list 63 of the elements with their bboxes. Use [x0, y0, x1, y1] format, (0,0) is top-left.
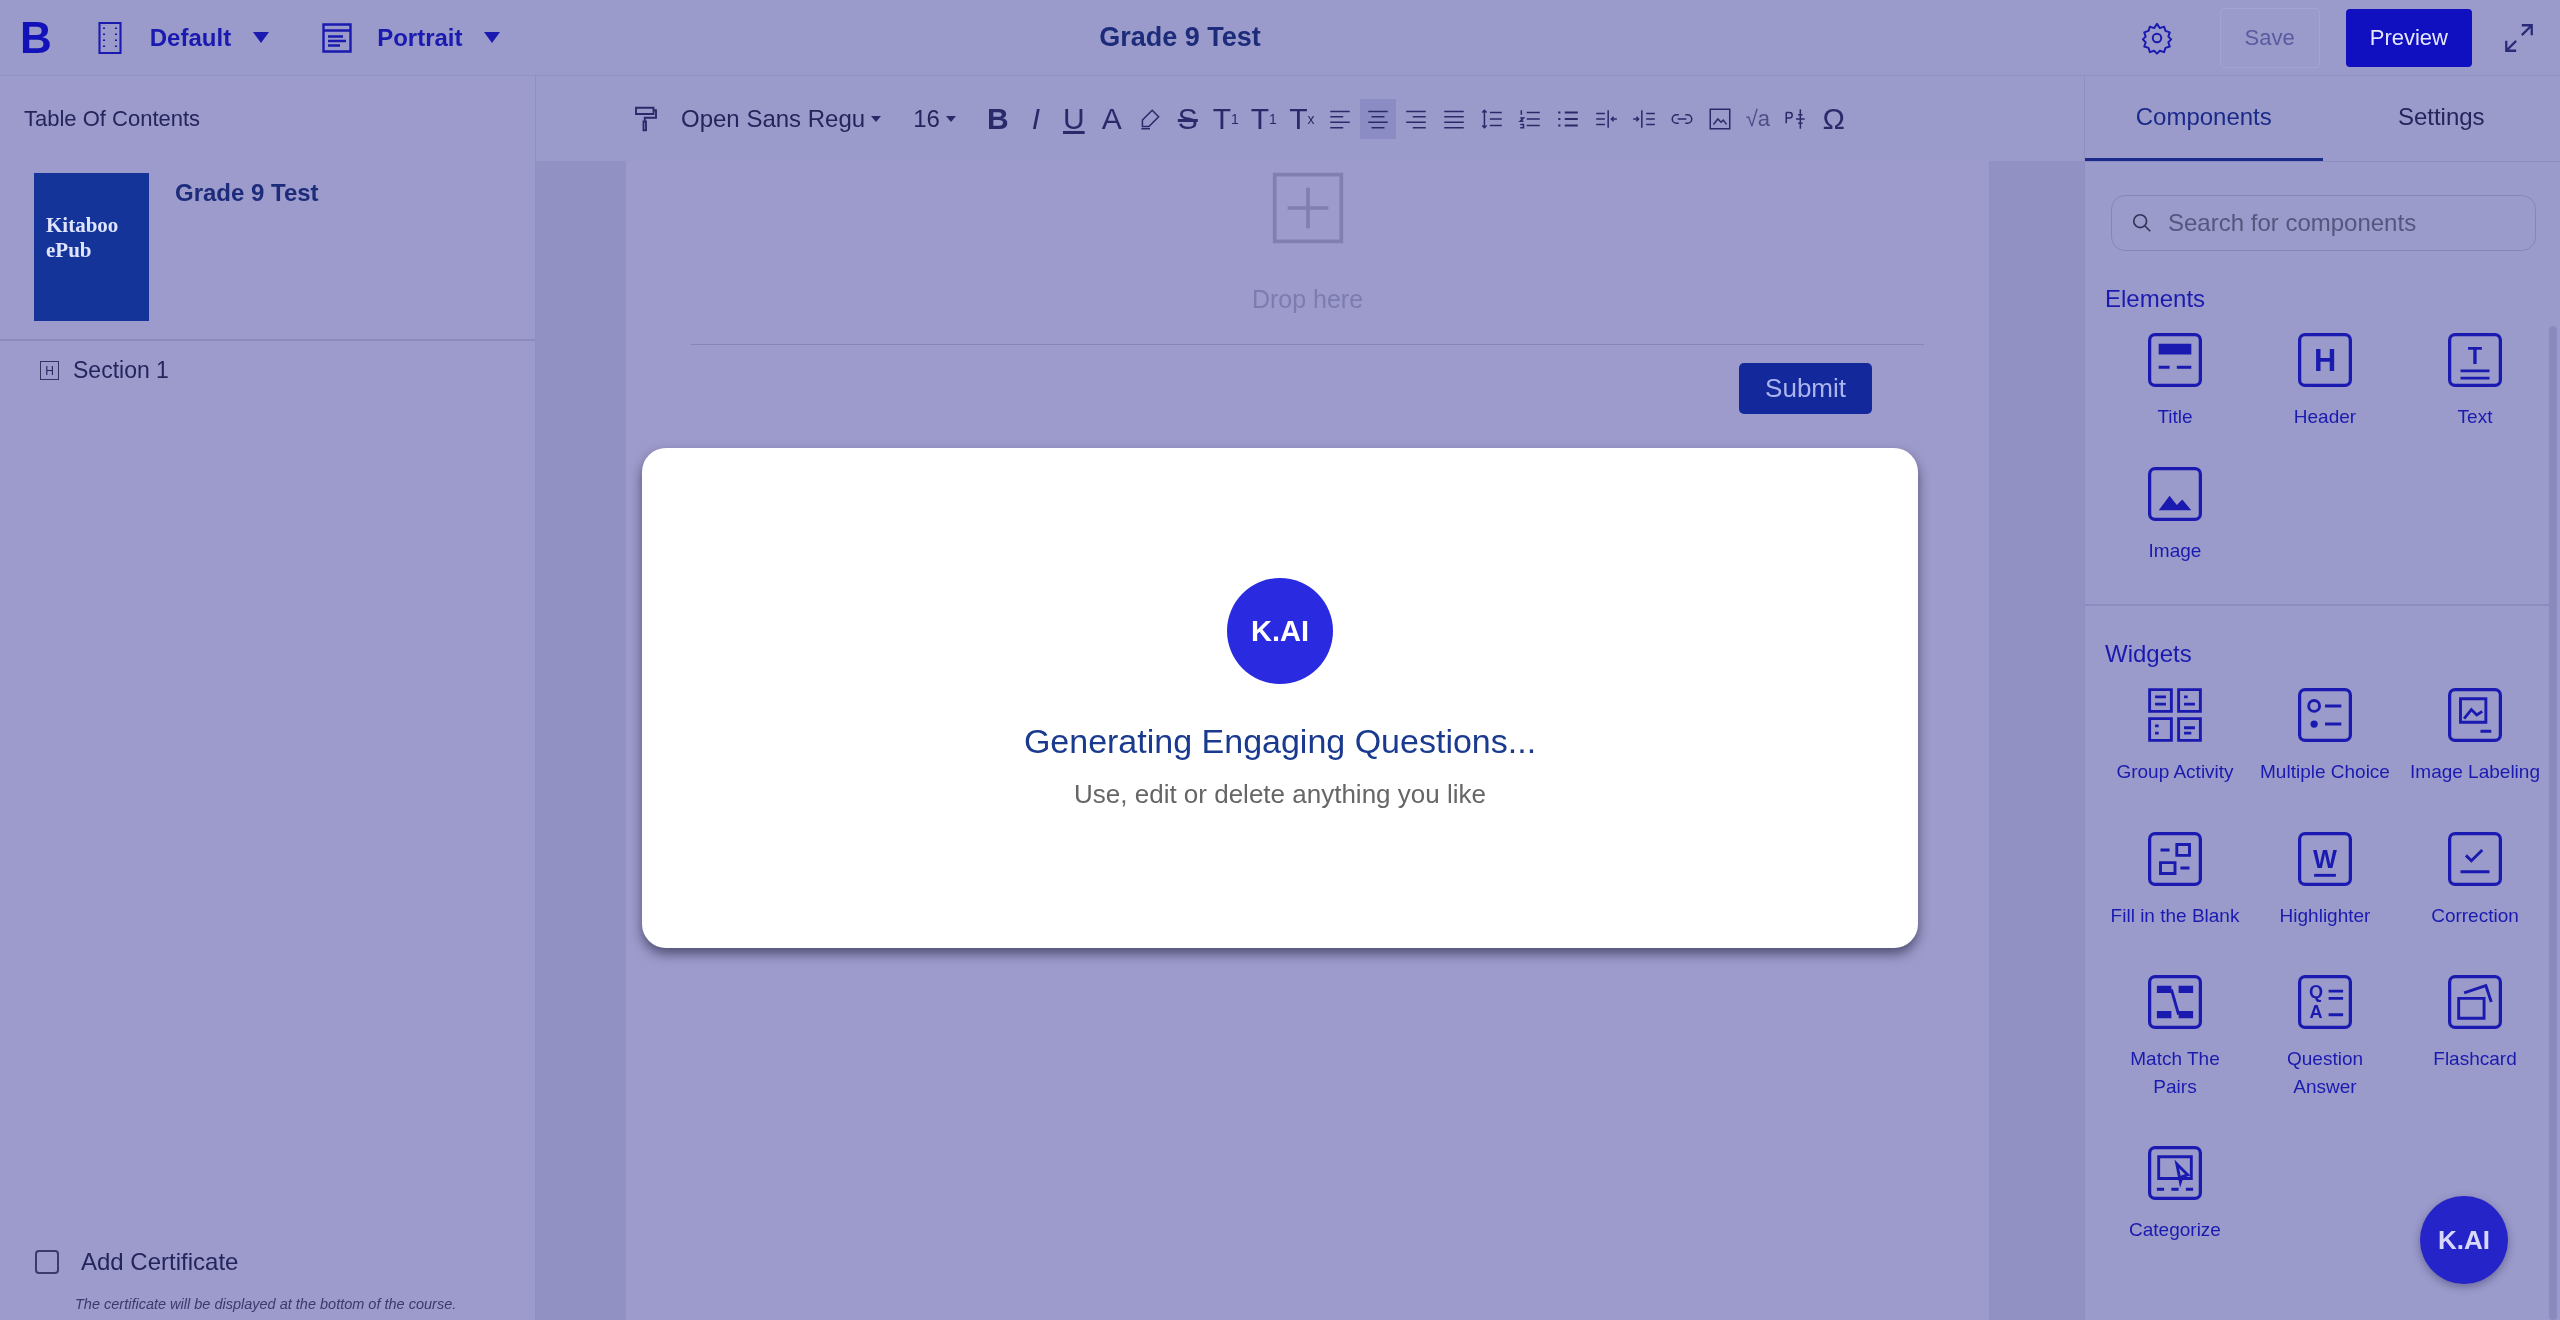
text-icon[interactable]: T	[2446, 331, 2504, 389]
book-title: Grade 9 Test	[175, 179, 319, 207]
app-logo[interactable]: B	[20, 15, 52, 60]
component-label: Header	[2293, 405, 2357, 429]
orientation-dropdown[interactable]: Portrait	[377, 23, 501, 52]
preview-button[interactable]: Preview	[2345, 8, 2472, 67]
strike-button[interactable]: S	[1169, 98, 1206, 139]
dialog-heading: Generating Engaging Questions...	[1023, 722, 1537, 761]
correction-icon[interactable]	[2446, 829, 2504, 888]
highlighter-icon[interactable]: W	[2296, 829, 2354, 888]
flashcard-icon[interactable]	[2446, 973, 2504, 1032]
component-label: Flashcard	[2433, 1047, 2517, 1072]
component-label: Text	[2457, 405, 2493, 429]
symbol-button[interactable]: Ω	[1815, 98, 1852, 139]
font-size-dropdown[interactable]: 16	[913, 104, 956, 133]
panel-tab[interactable]: Settings	[2322, 76, 2560, 161]
book-cover[interactable]: Kitaboo ePub	[34, 173, 149, 321]
section-title: Elements	[2105, 285, 2206, 312]
font-dropdown[interactable]: Open Sans Regu	[681, 104, 882, 133]
assistant-logo: K.AI	[1227, 578, 1333, 684]
categorize-icon[interactable]	[2146, 1144, 2204, 1203]
component-label: Highlighter	[2279, 903, 2371, 928]
checkbox-label: Add Certificate	[81, 1248, 239, 1276]
dialog-subtitle: Use, edit or delete anything you like	[1074, 779, 1486, 810]
match-pairs-icon[interactable]	[2146, 973, 2204, 1032]
fill-blank-icon[interactable]	[2146, 829, 2204, 888]
document-title: Grade 9 Test	[1099, 22, 1261, 53]
script-button[interactable]: T$^{1}$	[1245, 98, 1282, 139]
component-label: Categorize	[2129, 1218, 2221, 1243]
component-label: Title	[2157, 405, 2193, 429]
italic-button[interactable]: I	[1017, 98, 1054, 139]
settings-icon[interactable]	[2139, 20, 2174, 55]
certificate-note: The certificate will be displayed at the bottom of the course.	[74, 1295, 458, 1314]
section-title: Widgets	[2105, 640, 2192, 668]
bold-button[interactable]: B	[979, 98, 1016, 139]
submit-button[interactable]: Submit	[1739, 363, 1872, 414]
component-label: Fill in the Blank	[2110, 903, 2240, 928]
theme-dropdown[interactable]: Default	[149, 23, 270, 52]
component-label: Question Answer	[2285, 1047, 2364, 1099]
component-label: Multiple Choice	[2260, 760, 2390, 785]
checkbox[interactable]	[35, 1250, 59, 1274]
search-field[interactable]: Search for components	[2111, 195, 2536, 251]
multiple-choice-icon[interactable]	[2296, 686, 2354, 745]
component-label: Image Labeling	[2410, 760, 2540, 785]
underline-button[interactable]: U	[1055, 98, 1092, 139]
component-label: Image	[2148, 538, 2202, 563]
image-icon	[1706, 105, 1733, 132]
image-icon[interactable]	[2146, 464, 2204, 523]
component-label: Group Activity	[2116, 760, 2234, 785]
search-icon	[2131, 212, 2153, 234]
component-label: Correction	[2431, 903, 2519, 928]
group-activity-icon[interactable]	[2146, 686, 2204, 745]
toc-item[interactable]: H Section 1	[0, 341, 209, 400]
component-label: Match The Pairs	[2129, 1047, 2221, 1099]
align-center-button[interactable]	[1359, 98, 1396, 139]
title-icon[interactable]	[2146, 331, 2204, 389]
color-button[interactable]: A	[1093, 98, 1130, 139]
math-button[interactable]: √a	[1739, 98, 1776, 139]
image-labeling-icon[interactable]	[2446, 686, 2504, 745]
panel-tab[interactable]: Components	[2085, 76, 2323, 161]
header-icon[interactable]: H	[2296, 331, 2354, 389]
panel-title: Table Of Contents	[24, 105, 201, 132]
question-answer-icon[interactable]: Q A	[2296, 973, 2354, 1032]
